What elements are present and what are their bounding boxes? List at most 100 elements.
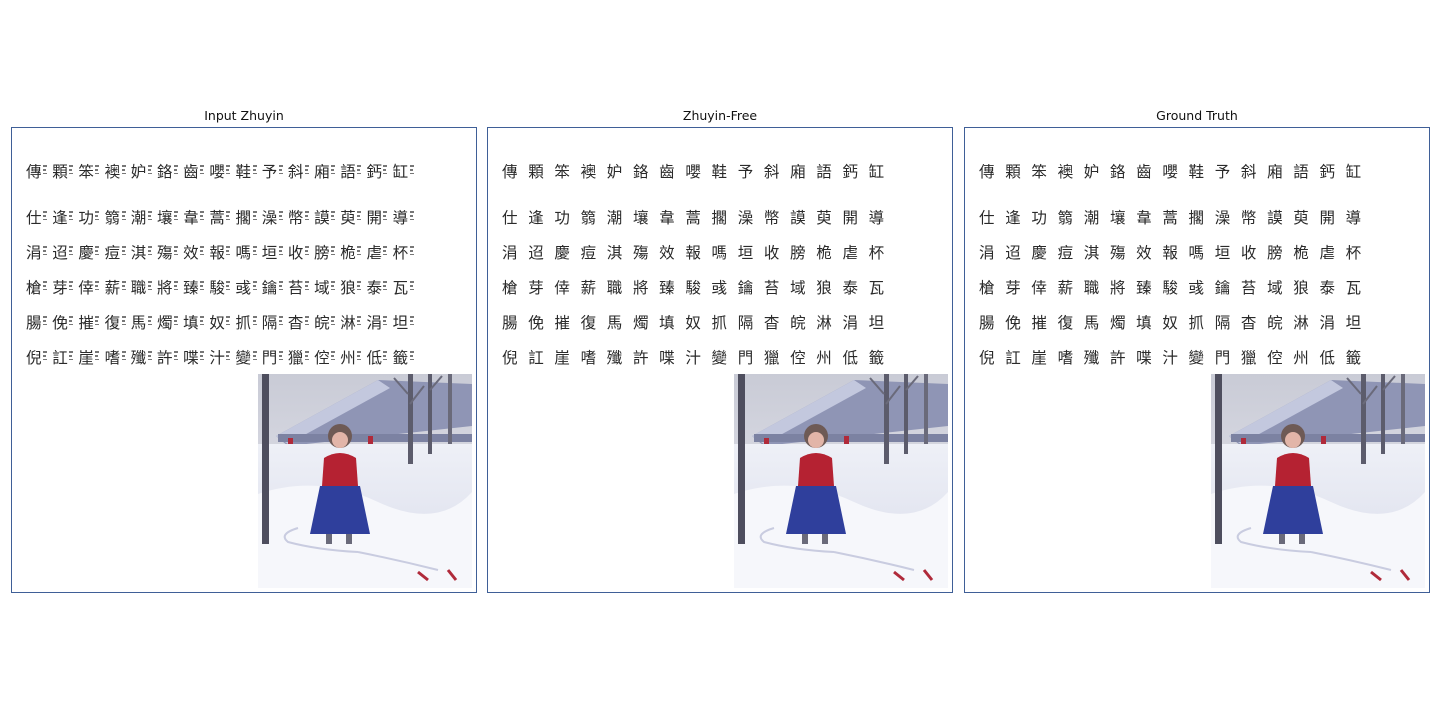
character-cell: 汁 — [685, 348, 711, 368]
hanzi-character: 慶 — [554, 244, 570, 262]
hanzi-character: 涓 — [502, 244, 518, 262]
hanzi-character: 妒 — [130, 163, 147, 181]
character-cell: 彧 — [236, 278, 262, 298]
hanzi-character: 低 — [1319, 349, 1335, 367]
zhuyin-annotation — [173, 246, 179, 260]
hanzi-character: 缸 — [1345, 163, 1362, 181]
hanzi-character: 嚶 — [1162, 163, 1178, 181]
character-cell: 狼 — [816, 278, 842, 298]
character-cell: 籤 — [393, 348, 419, 368]
hanzi-character: 效 — [183, 244, 199, 262]
zhuyin-annotation — [147, 246, 153, 260]
character-cell: 芽 — [52, 278, 78, 298]
character-cell: 效 — [183, 243, 209, 263]
character-row: 仕逢功篛潮壤韋蒿擱澡幣謨萸開導 — [26, 208, 419, 228]
hanzi-character: 報 — [1162, 244, 1178, 262]
character-cell: 駿 — [209, 278, 235, 298]
zhuyin-annotation — [331, 316, 336, 330]
hanzi-character: 汁 — [685, 349, 701, 367]
hanzi-character: 垣 — [261, 244, 278, 262]
zhuyin-annotation — [173, 281, 179, 295]
character-cell: 域 — [1267, 278, 1293, 298]
character-cell: 隔 — [1215, 313, 1241, 333]
character-cell: 慶 — [78, 243, 104, 263]
hanzi-character: 州 — [1293, 349, 1309, 367]
character-cell: 復 — [581, 313, 607, 333]
character-cell: 杯 — [869, 243, 895, 263]
hanzi-character: 皖 — [1267, 314, 1283, 332]
zhuyin-annotation — [147, 281, 153, 295]
character-cell: 喋 — [1136, 348, 1162, 368]
zhuyin-annotation — [200, 351, 205, 365]
character-cell: 幣 — [288, 208, 314, 228]
hanzi-character: 蒿 — [1162, 209, 1178, 227]
hanzi-character: 篛 — [104, 209, 121, 227]
hanzi-character: 殲 — [130, 349, 147, 367]
hanzi-character: 杯 — [868, 244, 885, 262]
character-cell: 喋 — [659, 348, 685, 368]
hanzi-character: 斜 — [763, 163, 780, 181]
character-cell: 開 — [1319, 208, 1345, 228]
hanzi-character: 彧 — [711, 279, 728, 297]
zhuyin-annotation — [252, 316, 258, 330]
hanzi-character: 收 — [1240, 244, 1257, 262]
hanzi-character: 擱 — [235, 209, 252, 227]
hanzi-character: 駿 — [1162, 279, 1178, 297]
character-cell: 鑰 — [262, 278, 288, 298]
character-cell: 杯 — [393, 243, 419, 263]
hanzi-character: 萸 — [1293, 209, 1309, 227]
hanzi-character: 傳 — [26, 163, 42, 181]
character-cell: 職 — [607, 278, 633, 298]
hanzi-character: 涓 — [979, 244, 995, 262]
hanzi-character: 篛 — [580, 209, 597, 227]
hanzi-character: 槍 — [26, 279, 42, 297]
character-cell: 笨 — [1031, 162, 1057, 182]
character-cell: 功 — [78, 208, 104, 228]
character-cell: 萸 — [816, 208, 842, 228]
character-cell: 籤 — [869, 348, 895, 368]
character-cell: 傳 — [979, 162, 1005, 182]
hanzi-character: 仕 — [26, 209, 42, 227]
hanzi-character: 痘 — [580, 244, 597, 262]
hanzi-character: 瓦 — [868, 279, 885, 297]
hanzi-character: 倪 — [979, 349, 995, 367]
zhuyin-annotation — [147, 211, 153, 225]
character-cell: 淋 — [816, 313, 842, 333]
zhuyin-annotation — [304, 316, 310, 330]
character-cell: 隔 — [738, 313, 764, 333]
hanzi-character: 垣 — [1214, 244, 1231, 262]
hanzi-character: 填 — [1136, 314, 1152, 332]
zhuyin-annotation — [252, 351, 258, 365]
hanzi-character: 導 — [392, 209, 409, 227]
hanzi-character: 芽 — [52, 279, 68, 297]
character-cell: 殤 — [1110, 243, 1136, 263]
character-cell: 崖 — [554, 348, 580, 368]
hanzi-character: 壤 — [156, 209, 173, 227]
character-cell: 逢 — [1005, 208, 1031, 228]
character-cell: 斜 — [764, 162, 790, 182]
image-frame: 傳顆笨襖妒鉻齒嚶鞋予斜廂語鈣缸仕逢功篛潮壤韋蒿擱澡幣謨萸開導涓迢慶痘淇殤效報嗎垣… — [487, 127, 953, 593]
character-cell: 倥 — [314, 348, 340, 368]
character-cell: 槍 — [26, 278, 52, 298]
character-cell: 仕 — [979, 208, 1005, 228]
hanzi-character: 痘 — [104, 244, 121, 262]
character-cell: 抓 — [236, 313, 262, 333]
character-cell: 填 — [1136, 313, 1162, 333]
zhuyin-annotation — [278, 316, 284, 330]
character-cell: 薪 — [581, 278, 607, 298]
character-cell: 駿 — [1162, 278, 1188, 298]
zhuyin-annotation — [69, 281, 74, 295]
character-cell: 韋 — [1136, 208, 1162, 228]
character-cell: 效 — [1136, 243, 1162, 263]
character-cell: 澡 — [1215, 208, 1241, 228]
hanzi-character: 斜 — [287, 163, 304, 181]
hanzi-character: 涓 — [1319, 314, 1335, 332]
hanzi-character: 薪 — [580, 279, 597, 297]
character-cell: 汁 — [209, 348, 235, 368]
hanzi-character: 坦 — [1345, 314, 1362, 332]
character-cell: 涓 — [1319, 313, 1345, 333]
character-cell: 予 — [1215, 162, 1241, 182]
hanzi-character: 襖 — [104, 163, 121, 181]
hanzi-character: 芽 — [528, 279, 544, 297]
zhuyin-annotation — [69, 316, 74, 330]
